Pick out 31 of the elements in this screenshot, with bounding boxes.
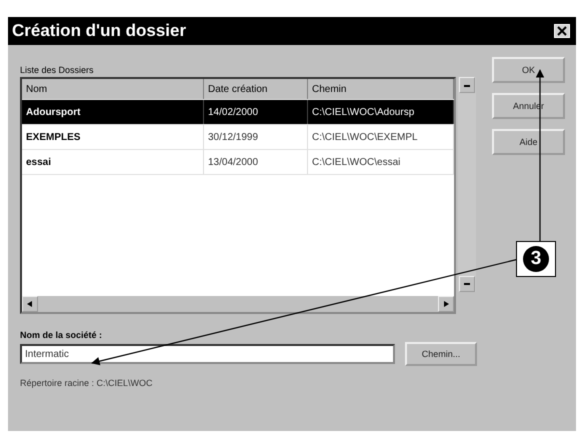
- scroll-right-icon[interactable]: [438, 296, 454, 312]
- callout-number: 3: [523, 246, 549, 272]
- list-row[interactable]: essai 13/04/2000 C:\CIEL\WOC\essai: [22, 150, 454, 175]
- table-cell: 30/12/1999: [204, 125, 308, 149]
- list-row[interactable]: EXEMPLES 30/12/1999 C:\CIEL\WOC\EXEMPL: [22, 125, 454, 150]
- company-name-field[interactable]: Intermatic: [20, 344, 395, 364]
- column-header[interactable]: Chemin: [308, 79, 454, 99]
- window-title: Création d'un dossier: [12, 21, 186, 41]
- field-label: Nom de la société :: [20, 330, 104, 340]
- column-header[interactable]: Date création: [204, 79, 308, 99]
- scroll-down-icon[interactable]: [459, 276, 475, 292]
- table-cell: C:\CIEL\WOC\EXEMPL: [308, 125, 454, 149]
- table-cell: essai: [22, 150, 204, 174]
- table-cell: 14/02/2000: [204, 100, 308, 124]
- table-cell: EXEMPLES: [22, 125, 204, 149]
- close-icon[interactable]: [554, 24, 570, 38]
- vertical-scrollbar[interactable]: [458, 77, 476, 292]
- horizontal-scrollbar[interactable]: [22, 296, 454, 312]
- dialog-button[interactable]: Aide: [492, 129, 565, 155]
- root-directory-text: Répertoire racine : C:\CIEL\WOC: [20, 378, 154, 388]
- table-cell: C:\CIEL\WOC\Adoursp: [308, 100, 454, 124]
- column-header[interactable]: Nom: [22, 79, 204, 99]
- table-cell: Adoursport: [22, 100, 204, 124]
- browse-button[interactable]: Chemin...: [405, 342, 477, 366]
- list-label: Liste des Dossiers: [20, 65, 95, 75]
- table-cell: 13/04/2000: [204, 150, 308, 174]
- scroll-left-icon[interactable]: [22, 296, 38, 312]
- table-cell: C:\CIEL\WOC\essai: [308, 150, 454, 174]
- scroll-up-icon[interactable]: [459, 77, 475, 93]
- dialog-button[interactable]: OK: [492, 57, 565, 83]
- list-row[interactable]: Adoursport 14/02/2000 C:\CIEL\WOC\Adoursp: [22, 100, 454, 125]
